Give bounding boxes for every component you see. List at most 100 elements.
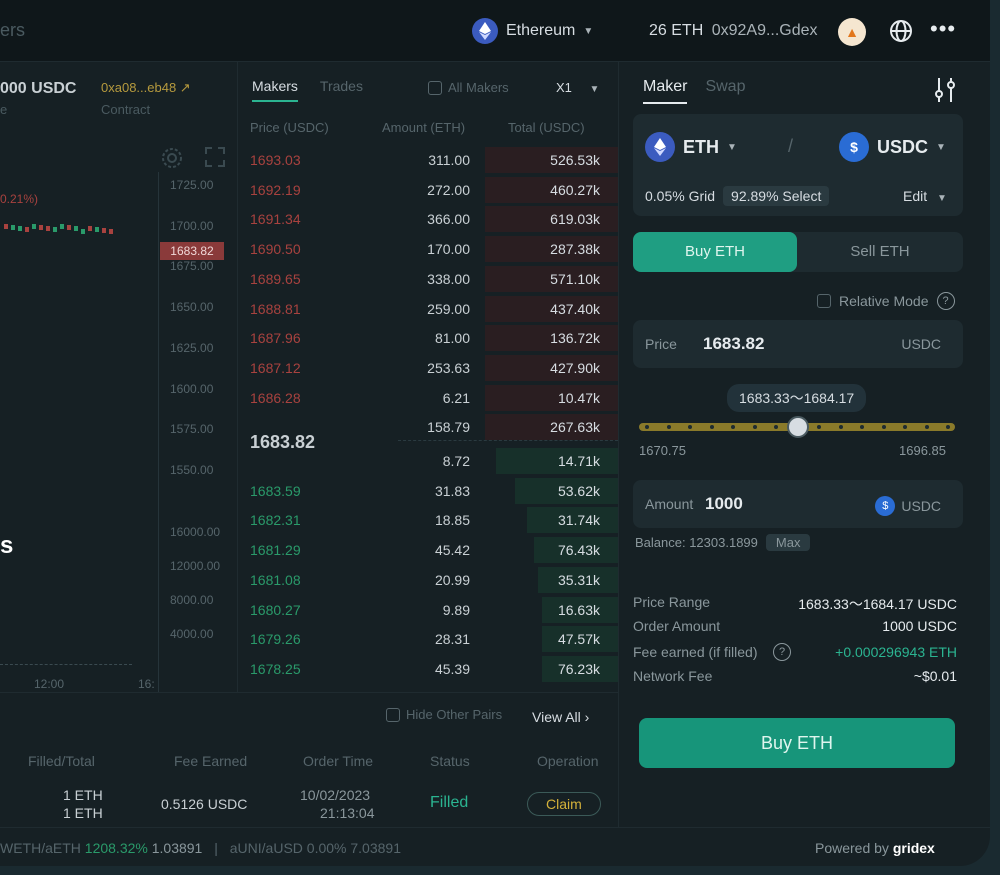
- bid-row[interactable]: 1679.26 28.31 47.57k: [238, 624, 618, 654]
- ask-row[interactable]: 1687.12 253.63 427.90k: [238, 353, 618, 383]
- amount-input[interactable]: 1000: [705, 494, 743, 514]
- buy-tab[interactable]: Buy ETH: [633, 232, 797, 272]
- all-makers-toggle[interactable]: All Makers: [428, 80, 509, 95]
- help-icon[interactable]: ?: [773, 643, 791, 661]
- slider-tick: [881, 425, 886, 429]
- candle: [60, 224, 64, 229]
- chevron-down-icon: ▼: [936, 141, 946, 153]
- edit-button[interactable]: Edit ▼: [903, 188, 947, 204]
- max-button[interactable]: Max: [765, 534, 811, 551]
- candle: [109, 229, 113, 234]
- hide-other-pairs-toggle[interactable]: Hide Other Pairs: [386, 707, 502, 722]
- order-panel: Maker Swap ETH ▼ / $ USDC ▼ 0.05% Grid 9: [618, 62, 990, 827]
- bid-row[interactable]: 8.72 14.71k: [238, 446, 618, 476]
- amount-cell: 8.72: [442, 453, 470, 469]
- column-header-time: Order Time: [303, 753, 374, 769]
- metamask-icon[interactable]: ▲: [838, 18, 866, 46]
- bid-row[interactable]: 1680.27 9.89 16.63k: [238, 595, 618, 625]
- price-cell: 1683.59: [250, 482, 301, 499]
- price-cell: 1687.96: [250, 330, 301, 347]
- tab-makers[interactable]: Makers: [252, 78, 298, 102]
- ask-row[interactable]: 1690.50 170.00 287.38k: [238, 234, 618, 264]
- network-selector[interactable]: Ethereum ▼: [472, 18, 593, 44]
- total-cell: 136.72k: [550, 330, 600, 347]
- amount-cell: 272.00: [427, 181, 470, 198]
- candle: [88, 226, 92, 231]
- quote-token-select[interactable]: $ USDC ▼: [839, 132, 946, 162]
- usdc-icon: $: [839, 132, 869, 162]
- claim-button[interactable]: Claim: [527, 792, 601, 816]
- view-all-link[interactable]: View All ›: [532, 709, 589, 725]
- eth-icon: [645, 132, 675, 162]
- amount-cell: 18.85: [434, 512, 470, 529]
- checkbox[interactable]: [817, 294, 831, 308]
- time-label: 16:: [138, 677, 155, 691]
- footer-bar: WETH/aETH 1208.32% 1.03891 | aUNI/aUSD 0…: [0, 827, 990, 866]
- wallet-address: 0x92A9...Gdex: [711, 22, 818, 39]
- amount-field[interactable]: Amount 1000 $ USDC: [633, 480, 963, 528]
- amount-cell: 170.00: [427, 241, 470, 258]
- checkbox[interactable]: [428, 80, 442, 95]
- globe-icon[interactable]: [888, 18, 914, 49]
- status-badge: Filled: [430, 794, 469, 811]
- total-cell: 460.27k: [550, 181, 600, 198]
- amount-cell: 259.00: [427, 300, 470, 317]
- ask-row[interactable]: 1687.96 81.00 136.72k: [238, 323, 618, 353]
- slider-tick: [903, 425, 907, 429]
- help-icon[interactable]: ?: [936, 292, 955, 310]
- amount-cell: 366.00: [427, 211, 470, 228]
- bid-row[interactable]: 1683.59 31.83 53.62k: [238, 476, 618, 506]
- buy-eth-button[interactable]: Buy ETH: [639, 718, 955, 768]
- wallet-balance: 26 ETH: [649, 22, 704, 39]
- sliders-icon[interactable]: [933, 76, 957, 109]
- ask-row[interactable]: 1693.03 311.00 526.53k: [238, 145, 618, 175]
- total-cell: 47.57k: [557, 631, 600, 648]
- filled-amount: 1 ETH: [63, 787, 103, 803]
- price-field[interactable]: Price 1683.82 USDC: [633, 320, 963, 368]
- contract-link[interactable]: 0xa08...eb48 ↗: [101, 80, 191, 96]
- checkbox[interactable]: [386, 707, 400, 722]
- price-axis-tick: 1725.00: [170, 178, 214, 192]
- price-cell: 1693.03: [250, 152, 301, 168]
- price-input[interactable]: 1683.82: [703, 334, 764, 354]
- price-change: 0.21%): [0, 192, 39, 206]
- chart-settings-icon[interactable]: [160, 146, 184, 175]
- base-token-select[interactable]: ETH ▼: [645, 132, 737, 162]
- tab-swap[interactable]: Swap: [705, 78, 745, 104]
- tab-maker[interactable]: Maker: [643, 78, 688, 104]
- ask-row[interactable]: 1686.28 6.21 10.47k: [238, 383, 618, 413]
- ask-row[interactable]: 1688.81 259.00 437.40k: [238, 294, 618, 324]
- bid-row[interactable]: 1681.29 45.42 76.43k: [238, 535, 618, 565]
- candle: [95, 227, 99, 232]
- contract-label: Contract: [101, 102, 151, 117]
- summary-label: Fee earned (if filled): [633, 644, 758, 660]
- sell-tab[interactable]: Sell ETH: [797, 232, 963, 272]
- chevron-down-icon: ▼: [727, 141, 737, 153]
- more-menu-icon[interactable]: •••: [930, 16, 956, 42]
- summary-value: +0.000296943 ETH: [835, 644, 957, 660]
- ask-row[interactable]: 1692.19 272.00 460.27k: [238, 175, 618, 205]
- fullscreen-icon[interactable]: [204, 146, 226, 173]
- slider-tick: [731, 425, 735, 429]
- slider-tick: [645, 425, 649, 429]
- slider-handle[interactable]: [787, 416, 809, 438]
- summary-value: 1000 USDC: [882, 618, 957, 634]
- tab-trades[interactable]: Trades: [320, 78, 363, 102]
- ask-row[interactable]: 1689.65 338.00 571.10k: [238, 264, 618, 294]
- candle: [11, 225, 15, 230]
- chevron-down-icon: ▼: [589, 84, 600, 95]
- relative-mode-toggle[interactable]: Relative Mode ?: [817, 292, 955, 310]
- bid-row[interactable]: 1678.25 45.39 76.23k: [238, 654, 618, 684]
- summary-label: Network Fee: [633, 668, 713, 684]
- slider-tick: [817, 425, 821, 429]
- ask-row[interactable]: 1691.34 366.00 619.03k: [238, 204, 618, 234]
- amount-cell: 31.83: [434, 482, 470, 499]
- candle: [18, 226, 22, 231]
- bid-row[interactable]: 1681.08 20.99 35.31k: [238, 565, 618, 595]
- wallet-info[interactable]: 26 ETH 0x92A9...Gdex: [649, 22, 818, 40]
- bid-row[interactable]: 1682.31 18.85 31.74k: [238, 505, 618, 535]
- side-label-fragment: s: [0, 532, 14, 559]
- amount-cell: 253.63: [427, 359, 470, 376]
- multiplier-select[interactable]: X1 ▼: [556, 80, 599, 95]
- range-tooltip: 1683.33～1684.17: [727, 384, 867, 412]
